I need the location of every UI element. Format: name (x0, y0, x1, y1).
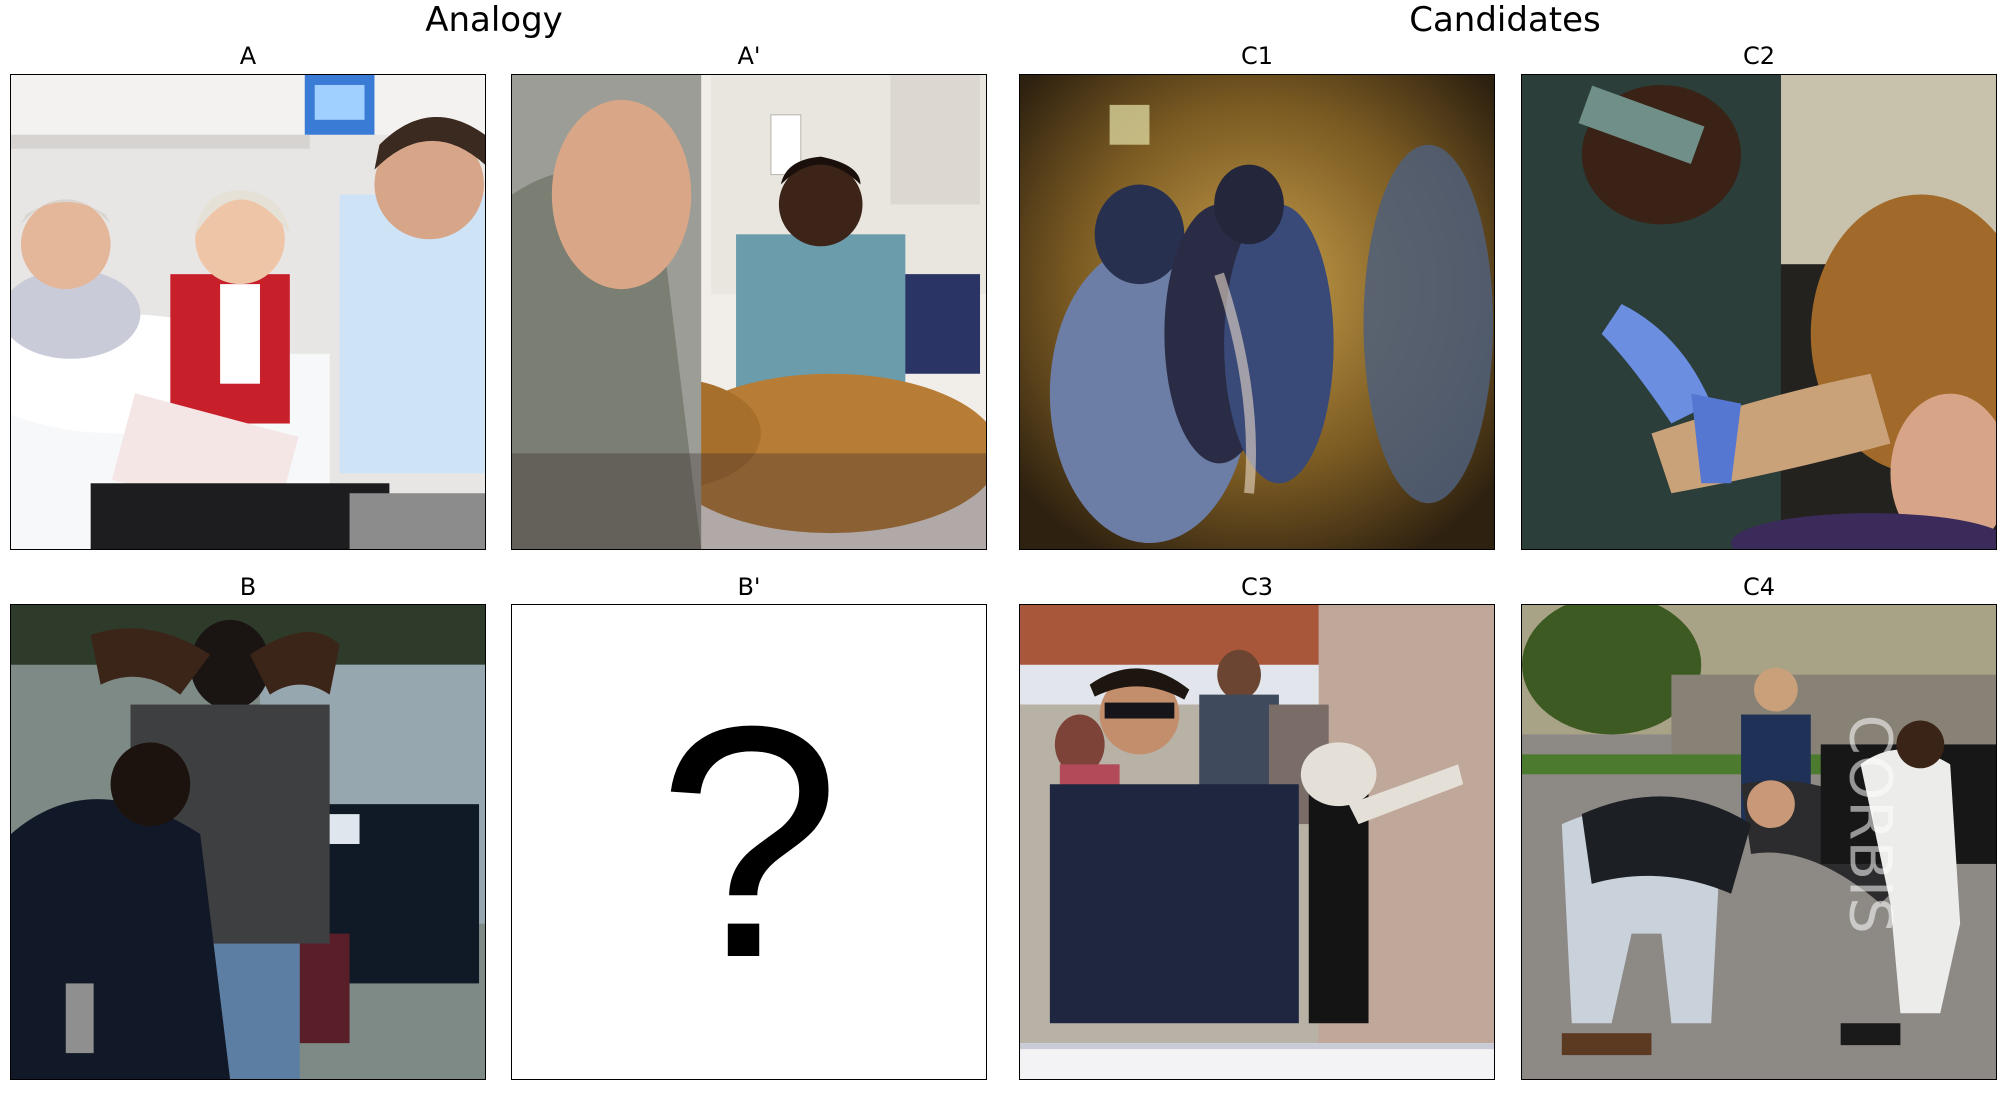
panel-c1-image (1019, 74, 1495, 550)
police-dog-frisk-illustration (1020, 605, 1494, 1079)
panel-label-c2: C2 (1742, 42, 1776, 70)
panel-a-image (10, 74, 486, 550)
panel-label-b-prime: B' (737, 573, 761, 601)
panel-label-c1: C1 (1240, 42, 1274, 70)
panel-c2-image (1521, 74, 1997, 550)
panel-c4-image: CORBIS (1521, 604, 1997, 1080)
panel-label-c3: C3 (1240, 573, 1274, 601)
panel-c3-image (1019, 604, 1495, 1080)
analogy-header: Analogy (425, 0, 563, 40)
panel-a-prime-image (511, 74, 987, 550)
hospital-scene-illustration (11, 75, 485, 549)
police-search-illustration: CORBIS (1522, 605, 1996, 1079)
candidates-header: Candidates (1409, 0, 1601, 40)
panel-label-b: B (239, 573, 257, 601)
vet-treatment-illustration (1522, 75, 1996, 549)
police-frisk-illustration (11, 605, 485, 1079)
panel-label-a: A (239, 42, 257, 70)
panel-b-image (10, 604, 486, 1080)
panel-label-a-prime: A' (737, 42, 761, 70)
watermark: CORBIS (1837, 715, 1905, 934)
riot-police-illustration (1020, 75, 1494, 549)
panel-label-c4: C4 (1742, 573, 1776, 601)
vet-scene-illustration (512, 75, 986, 549)
panel-b-prime-answer: ? (511, 604, 987, 1080)
question-mark: ? (657, 657, 841, 1026)
